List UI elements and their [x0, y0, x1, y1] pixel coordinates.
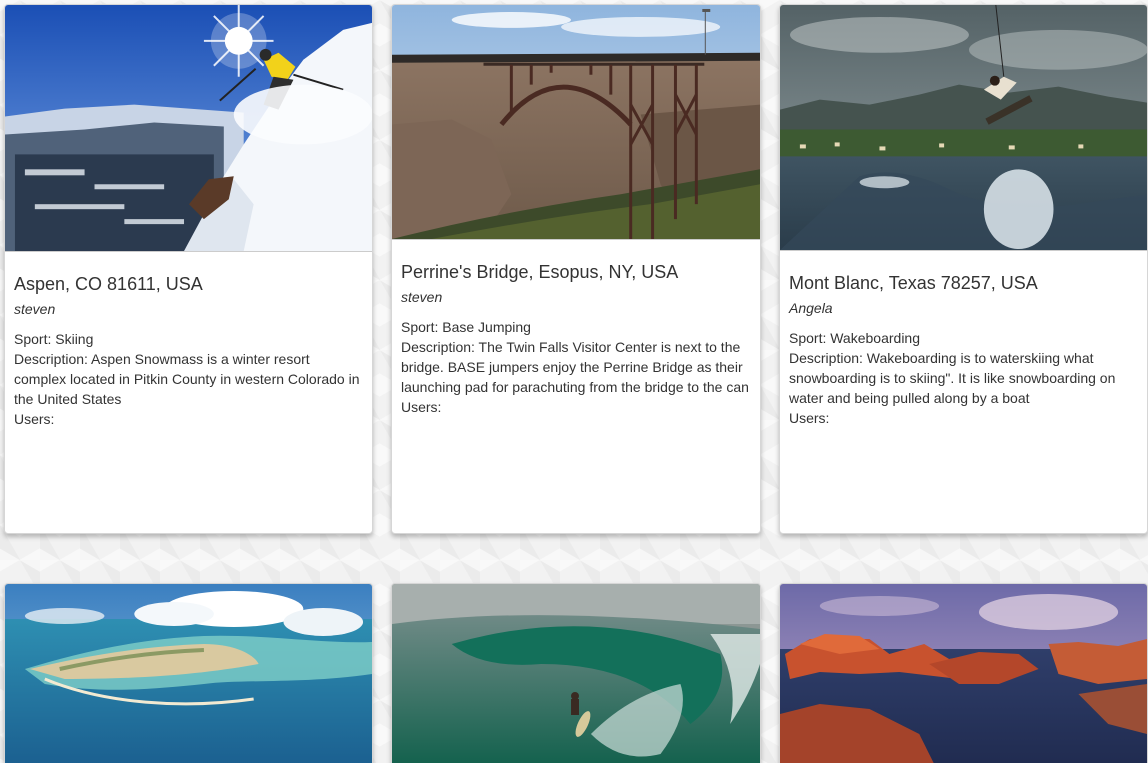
card-users: Users: — [401, 399, 442, 415]
location-card-perrine-bridge[interactable]: Perrine's Bridge, Esopus, NY, USA steven… — [391, 4, 761, 534]
location-card-canyon-lake[interactable] — [779, 583, 1148, 763]
island-photo[interactable] — [5, 584, 372, 763]
card-description: Description: The Twin Falls Visitor Cent… — [401, 339, 749, 395]
card-author: steven — [401, 289, 443, 305]
skiing-photo[interactable] — [5, 5, 372, 252]
location-card-aspen[interactable]: Aspen, CO 81611, USA steven Sport: Skiin… — [4, 4, 373, 534]
card-description: Description: Wakeboarding is to waterski… — [789, 350, 1116, 406]
card-author: Angela — [789, 300, 833, 316]
bridge-photo[interactable] — [392, 5, 760, 240]
wakeboarding-photo[interactable] — [780, 5, 1147, 251]
location-card-mont-blanc[interactable]: Mont Blanc, Texas 78257, USA Angela Spor… — [779, 4, 1148, 534]
card-users: Users: — [789, 410, 830, 426]
card-sport: Sport: Wakeboarding — [789, 330, 920, 346]
card-title[interactable]: Aspen, CO 81611, USA — [14, 273, 363, 295]
card-description: Description: Aspen Snowmass is a winter … — [14, 351, 360, 407]
card-sport: Sport: Base Jumping — [401, 319, 531, 335]
card-sport: Sport: Skiing — [14, 331, 94, 347]
card-title[interactable]: Perrine's Bridge, Esopus, NY, USA — [401, 261, 751, 283]
surfing-photo[interactable] — [392, 584, 760, 763]
card-title[interactable]: Mont Blanc, Texas 78257, USA — [789, 272, 1138, 294]
card-users: Users: — [14, 411, 55, 427]
card-author: steven — [14, 301, 56, 317]
canyon-lake-photo[interactable] — [780, 584, 1147, 763]
location-card-surfing[interactable] — [391, 583, 761, 763]
location-card-island[interactable] — [4, 583, 373, 763]
